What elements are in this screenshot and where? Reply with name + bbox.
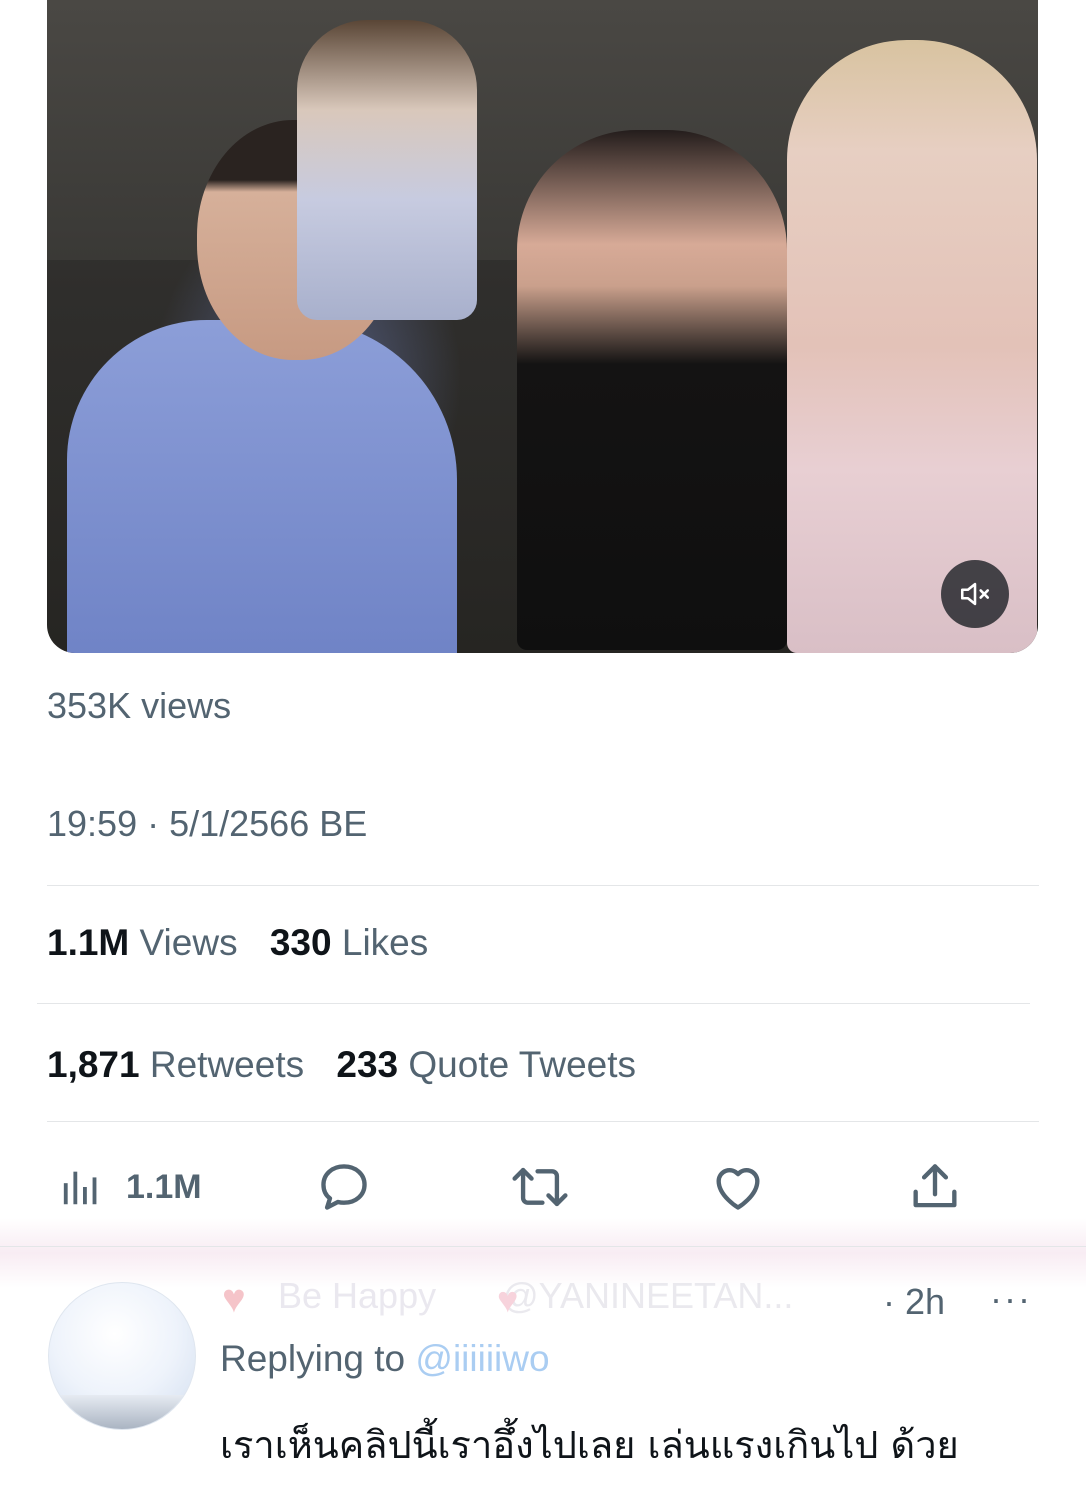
heart-icon	[716, 1168, 760, 1210]
replying-to: Replying to @iiiiiiwo	[220, 1338, 550, 1380]
avatar-image-detail	[49, 1395, 195, 1429]
mute-button[interactable]	[941, 560, 1009, 628]
reply-button[interactable]	[315, 1155, 373, 1219]
analytics-count: 1.1M	[126, 1167, 202, 1206]
video-person-middle	[517, 130, 787, 650]
divider	[47, 1121, 1039, 1122]
divider	[37, 1003, 1030, 1004]
quote-tweets-stat[interactable]: 233 Quote Tweets	[336, 1044, 636, 1085]
likes-stat[interactable]: 330 Likes	[270, 922, 428, 963]
comment-icon	[321, 1164, 367, 1210]
bar-chart-icon	[63, 1171, 97, 1205]
tweet-timestamp[interactable]: 19:59 · 5/1/2566 BE	[47, 803, 367, 845]
reply-author-handle: @YANINEETAN...	[502, 1275, 794, 1316]
video-view-count: 353K views	[47, 685, 232, 726]
stats-row-retweets-quotes: 1,871 Retweets 233 Quote Tweets	[47, 1044, 636, 1086]
retweets-stat[interactable]: 1,871 Retweets	[47, 1044, 304, 1085]
retweet-button[interactable]	[508, 1155, 572, 1219]
speaker-muted-icon	[960, 582, 990, 606]
tweet-action-bar: 1.1M	[0, 1155, 1086, 1219]
share-icon	[913, 1164, 957, 1208]
bottom-fade	[0, 1468, 1086, 1500]
reply-author-name: Be Happy	[278, 1275, 437, 1316]
like-button[interactable]	[709, 1155, 767, 1219]
tweet-video[interactable]	[47, 0, 1038, 653]
video-person-left	[67, 320, 457, 653]
video-saxophonist	[297, 20, 477, 320]
retweet-icon	[512, 1167, 568, 1207]
more-options-button[interactable]: ···	[990, 1278, 1032, 1320]
stats-row-views-likes: 1.1M Views 330 Likes	[47, 922, 428, 964]
divider	[47, 885, 1039, 886]
replying-to-mention[interactable]: @iiiiiiwo	[415, 1338, 549, 1379]
heart-emoji-icon: ♥	[497, 1279, 519, 1320]
views-stat[interactable]: 1.1M Views	[47, 922, 238, 963]
divider	[0, 1246, 1086, 1247]
analytics-button[interactable]: 1.1M	[60, 1155, 202, 1219]
avatar[interactable]	[48, 1282, 196, 1430]
replying-to-label: Replying to	[220, 1338, 406, 1379]
reply-text: เราเห็นคลิปนี้เราอึ้งไปเลย เล่นแรงเกินไป…	[220, 1423, 959, 1467]
reply-time: · 2h	[883, 1281, 946, 1322]
share-button[interactable]	[906, 1155, 964, 1219]
video-person-right	[787, 40, 1037, 653]
